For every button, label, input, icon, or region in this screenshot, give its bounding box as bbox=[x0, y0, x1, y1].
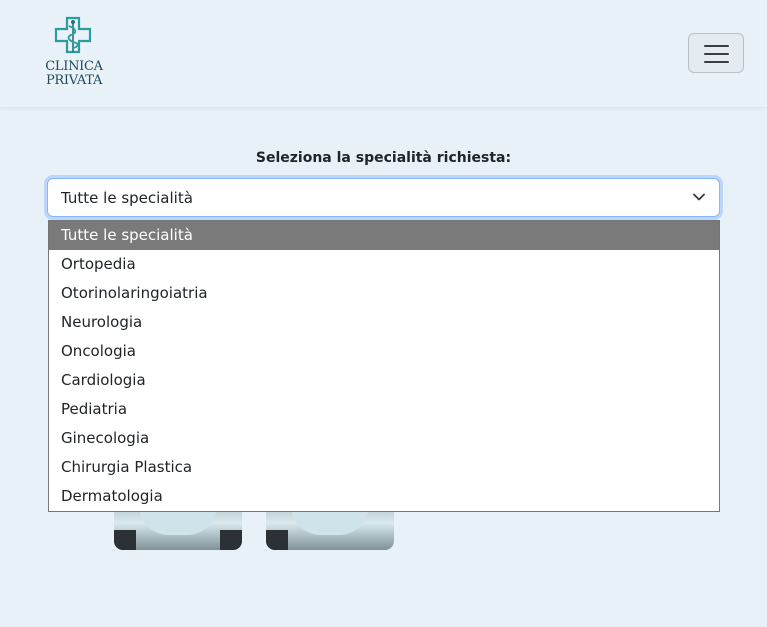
navbar: CLINICA PRIVATA bbox=[0, 0, 767, 108]
photo-shadow bbox=[220, 530, 242, 550]
specialty-option[interactable]: Ginecologia bbox=[49, 424, 719, 453]
photo-shadow bbox=[266, 530, 288, 550]
specialty-option[interactable]: Ortopedia bbox=[49, 250, 719, 279]
photo-shadow bbox=[114, 530, 136, 550]
hamburger-menu-icon-bar bbox=[704, 61, 729, 63]
clinic-logo[interactable]: CLINICA PRIVATA bbox=[43, 16, 107, 90]
specialty-option[interactable]: Chirurgia Plastica bbox=[49, 453, 719, 482]
specialty-option[interactable]: Neurologia bbox=[49, 308, 719, 337]
hamburger-menu-button[interactable] bbox=[688, 33, 744, 73]
specialty-dropdown-list[interactable]: Tutte le specialità Ortopedia Otorinolarin… bbox=[48, 220, 720, 512]
specialty-option[interactable]: Tutte le specialità bbox=[49, 221, 719, 250]
specialty-select-value: Tutte le specialità bbox=[61, 189, 193, 207]
specialty-option[interactable]: Pediatria bbox=[49, 395, 719, 424]
logo-line-2: PRIVATA bbox=[45, 73, 103, 88]
specialty-option[interactable]: Dermatologia bbox=[49, 482, 719, 511]
medical-cross-caduceus-icon bbox=[54, 16, 92, 54]
specialty-option[interactable]: Cardiologia bbox=[49, 366, 719, 395]
hamburger-menu-icon-bar bbox=[704, 53, 729, 55]
logo-text: CLINICA PRIVATA bbox=[43, 60, 105, 88]
logo-line-1: CLINICA bbox=[45, 59, 103, 74]
specialty-select-label: Seleziona la specialità richiesta: bbox=[255, 150, 512, 166]
hamburger-menu-icon bbox=[704, 45, 729, 47]
specialty-select[interactable]: Tutte le specialità bbox=[47, 178, 720, 217]
specialty-option[interactable]: Oncologia bbox=[49, 337, 719, 366]
specialty-option[interactable]: Otorinolaringoiatria bbox=[49, 279, 719, 308]
chevron-down-icon bbox=[693, 193, 705, 201]
